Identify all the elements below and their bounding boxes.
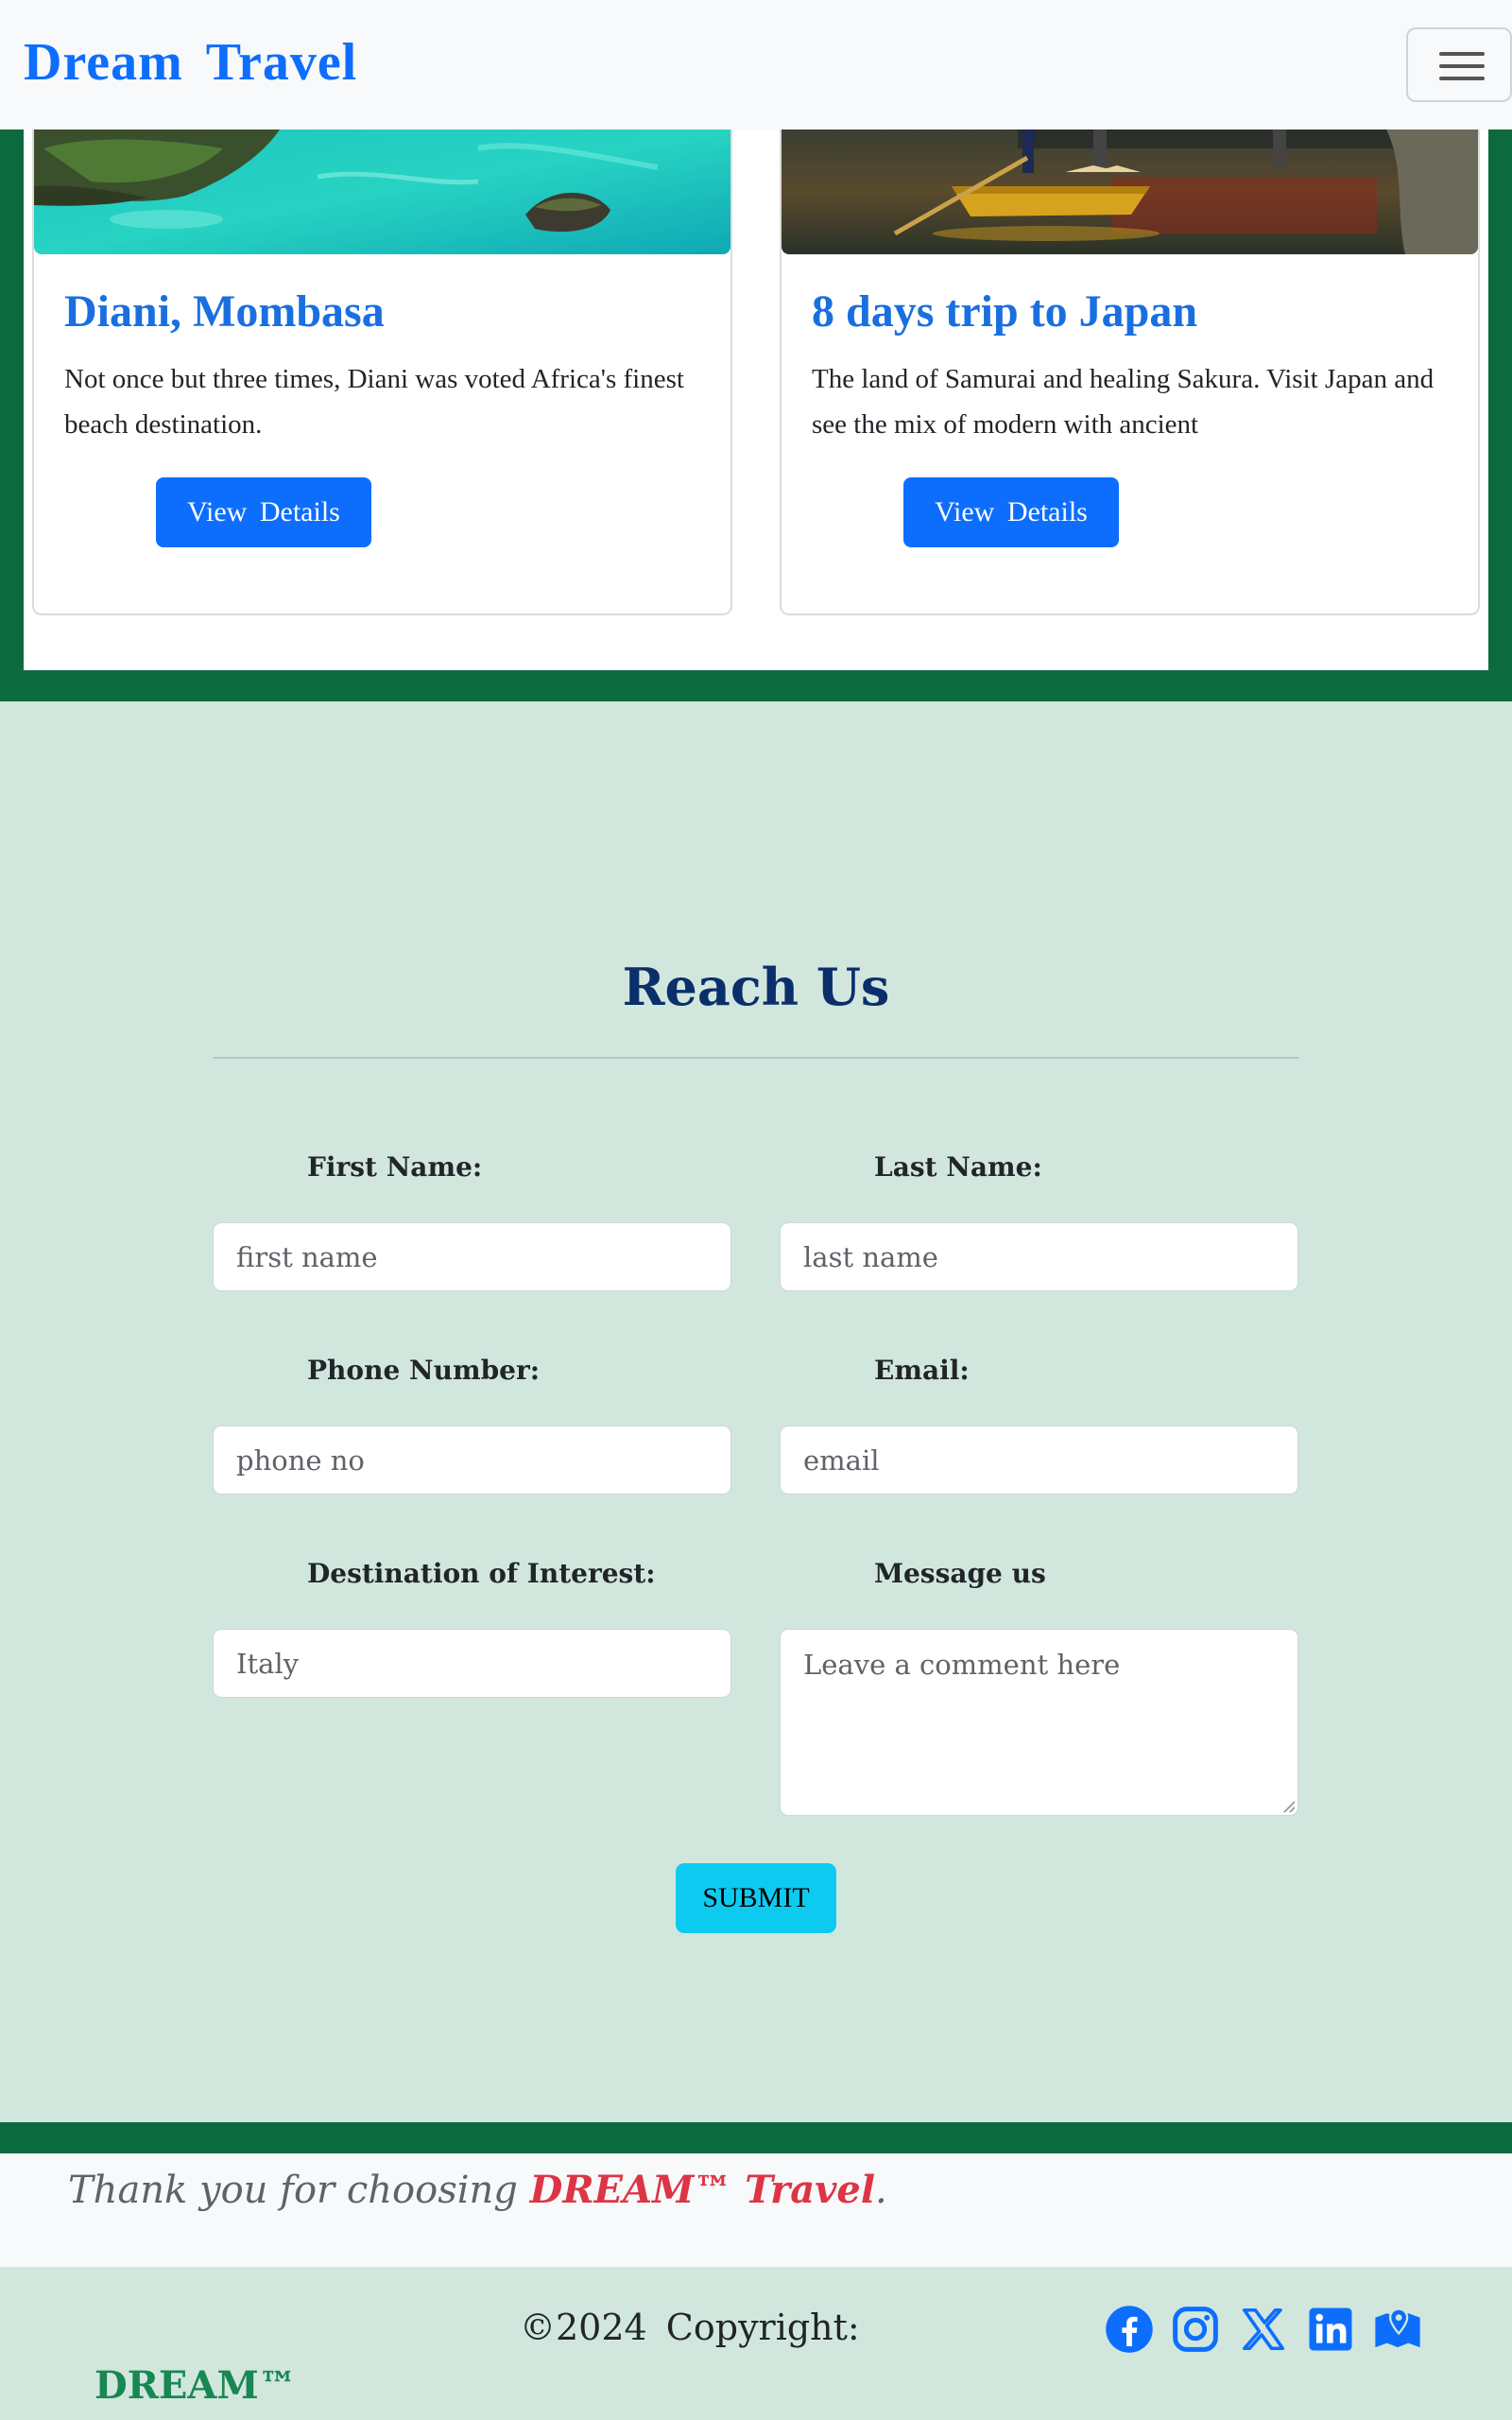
destination-label: Destination of Interest: — [307, 1558, 656, 1589]
destination-input[interactable]: Italy — [213, 1629, 731, 1698]
destination-card-japan: 8 days trip to Japan The land of Samurai… — [780, 130, 1480, 615]
message-label: Message us — [874, 1558, 1046, 1589]
card-description: Not once but three times, Diani was vote… — [64, 364, 684, 440]
contact-title: Reach Us — [622, 957, 890, 1017]
card-title: Diani, Mombasa — [64, 286, 385, 337]
navbar: Dream Travel — [0, 0, 1512, 130]
brand-logo[interactable]: Dream Travel — [24, 32, 357, 93]
linkedin-icon[interactable] — [1305, 2304, 1356, 2355]
card-image-japan — [782, 130, 1478, 254]
card-image-diani — [34, 130, 730, 254]
view-details-button[interactable]: View Details — [156, 477, 371, 547]
message-textarea[interactable]: Leave a comment here — [780, 1629, 1298, 1816]
thanks-brand: DREAM™ Travel — [529, 2168, 876, 2212]
card-description: The land of Samurai and healing Sakura. … — [812, 364, 1435, 440]
facebook-icon[interactable] — [1104, 2304, 1155, 2355]
copyright-text: ©2024 Copyright: — [520, 2307, 860, 2348]
view-details-button[interactable]: View Details — [903, 477, 1119, 547]
thanks-message: Thank you for choosing DREAM™ Travel. — [68, 2168, 887, 2212]
footer-band — [0, 2122, 1512, 2153]
phone-label: Phone Number: — [307, 1355, 541, 1386]
divider — [213, 1057, 1299, 1059]
destination-card-diani: Diani, Mombasa Not once but three times,… — [32, 130, 732, 615]
last-name-label: Last Name: — [874, 1151, 1042, 1183]
email-label: Email: — [874, 1355, 970, 1386]
message-placeholder: Leave a comment here — [803, 1649, 1121, 1681]
resize-handle-icon[interactable] — [1283, 1801, 1295, 1812]
x-icon[interactable] — [1238, 2304, 1289, 2355]
email-input[interactable]: email — [780, 1426, 1298, 1495]
hamburger-icon — [1439, 52, 1485, 56]
instagram-icon[interactable] — [1170, 2304, 1221, 2355]
last-name-input[interactable]: last name — [780, 1222, 1298, 1291]
submit-button[interactable]: SUBMIT — [676, 1863, 836, 1933]
first-name-input[interactable]: first name — [213, 1222, 731, 1291]
footer-brand: DREAM™ — [94, 2363, 297, 2408]
phone-input[interactable]: phone no — [213, 1426, 731, 1495]
menu-toggle-button[interactable] — [1406, 27, 1512, 102]
map-icon[interactable] — [1372, 2304, 1423, 2355]
first-name-label: First Name: — [307, 1151, 483, 1183]
card-title: 8 days trip to Japan — [812, 286, 1198, 337]
